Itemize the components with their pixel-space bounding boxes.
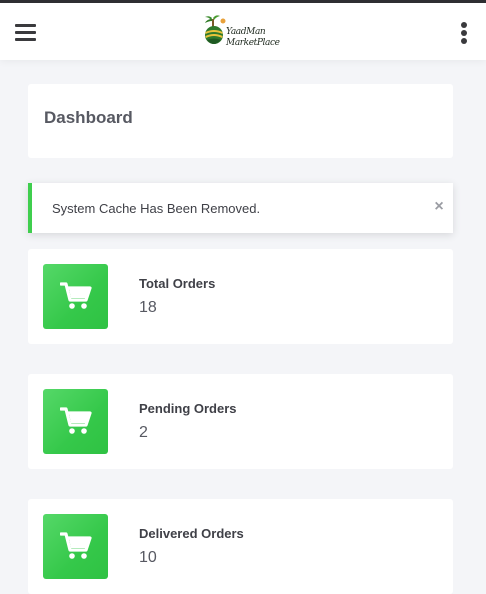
card-label: Pending Orders — [139, 401, 237, 416]
app-header: YaadMan MarketPlace — [0, 3, 486, 60]
brand-logo[interactable]: YaadMan MarketPlace — [203, 15, 281, 51]
pending-orders-card[interactable]: Pending Orders 2 — [28, 374, 453, 469]
logo-text: YaadMan MarketPlace — [226, 27, 281, 49]
hamburger-icon[interactable] — [15, 24, 36, 41]
alert-message: System Cache Has Been Removed. — [52, 201, 261, 216]
delivered-orders-card[interactable]: Delivered Orders 10 — [28, 499, 453, 594]
cache-alert: System Cache Has Been Removed. × — [28, 183, 453, 233]
vertical-dots-icon[interactable] — [460, 22, 468, 45]
card-value: 18 — [139, 299, 157, 316]
card-value: 2 — [139, 424, 148, 441]
shopping-cart-icon — [43, 264, 108, 329]
logo-line1: YaadMan — [226, 27, 266, 37]
shopping-cart-icon — [43, 514, 108, 579]
logo-line2: MarketPlace — [226, 38, 280, 48]
close-icon[interactable]: × — [431, 198, 447, 216]
card-label: Delivered Orders — [139, 526, 244, 541]
card-label: Total Orders — [139, 276, 216, 291]
shopping-cart-icon — [43, 389, 108, 454]
dashboard-title-panel: Dashboard — [28, 84, 453, 158]
total-orders-card[interactable]: Total Orders 18 — [28, 249, 453, 344]
card-value: 10 — [139, 549, 157, 566]
page-title: Dashboard — [44, 108, 133, 127]
